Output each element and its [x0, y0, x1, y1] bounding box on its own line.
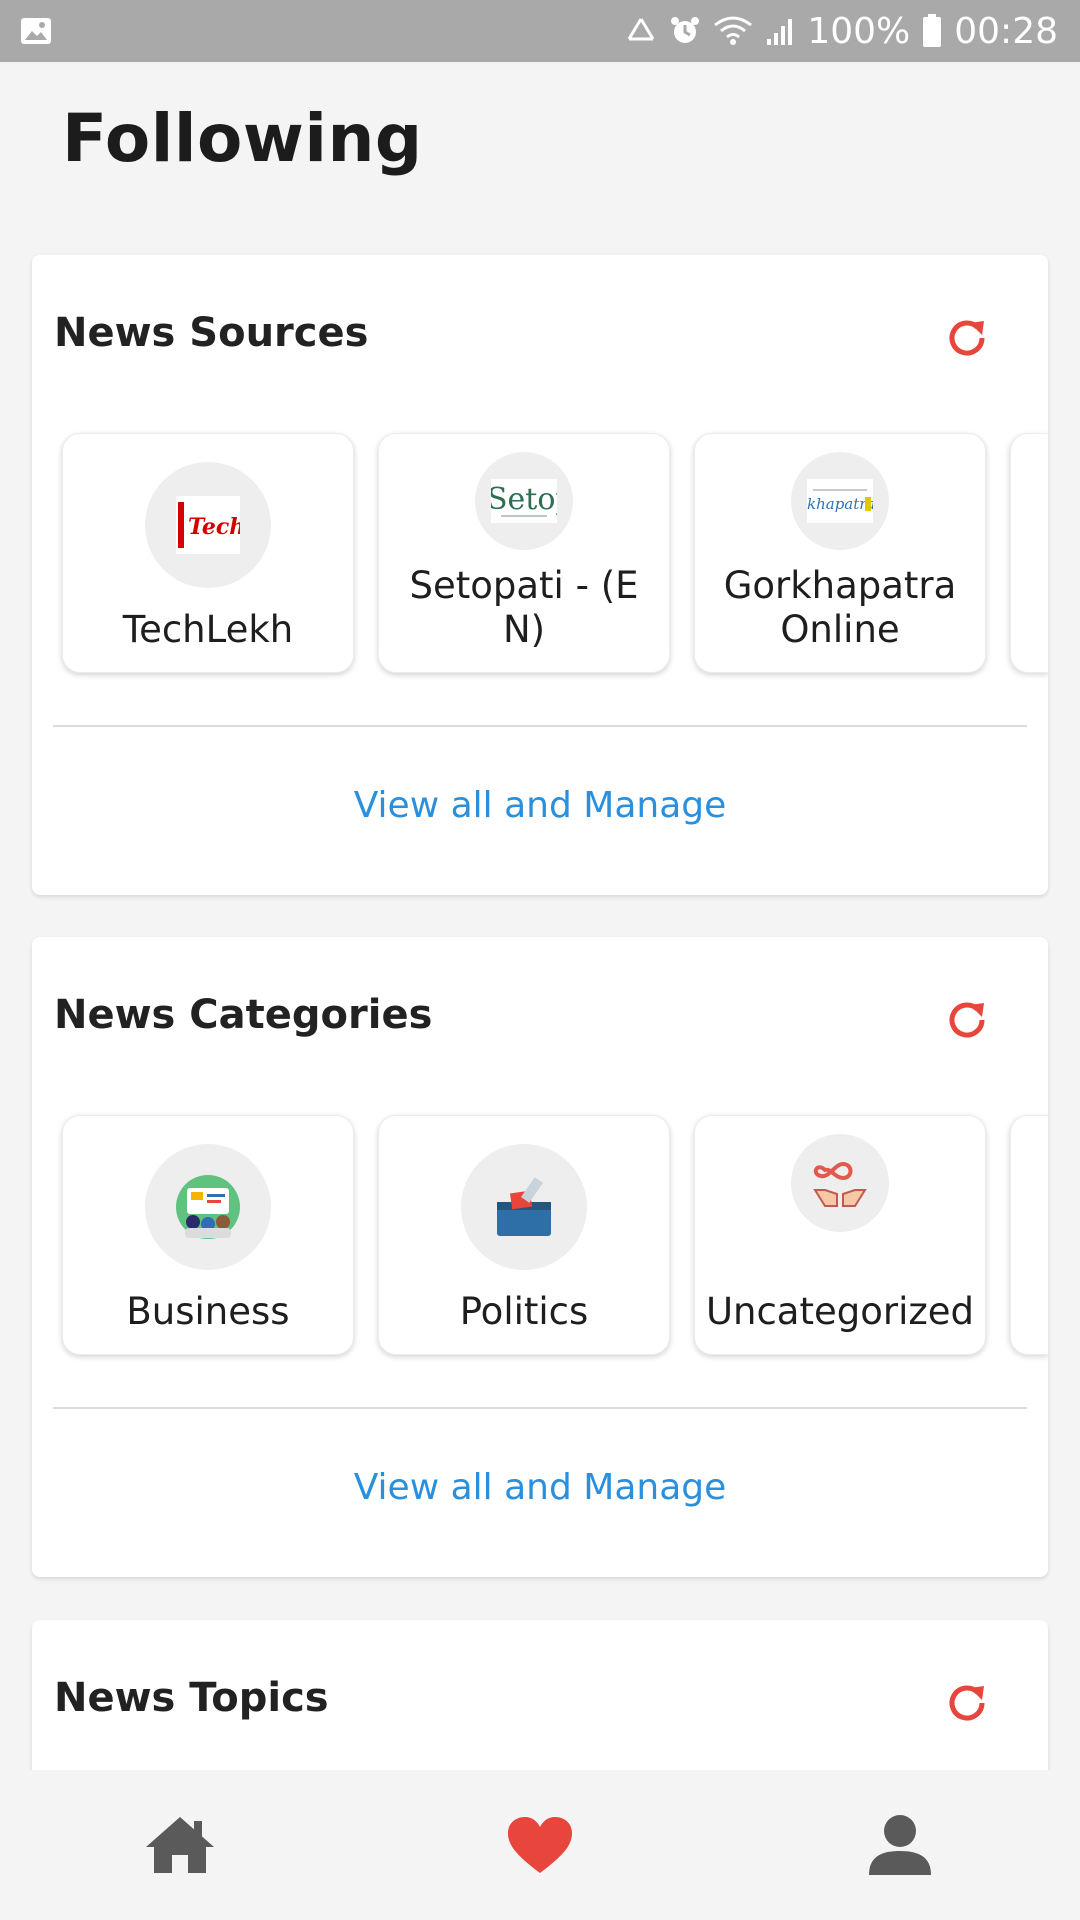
section-title: News Topics — [54, 1675, 329, 1721]
logo-text: Techl — [188, 514, 240, 540]
divider — [53, 725, 1027, 727]
wifi-icon — [713, 15, 753, 47]
tile-label: Business — [126, 1290, 290, 1333]
battery-icon — [922, 14, 942, 48]
person-icon — [869, 1815, 931, 1875]
category-tile-uncategorized[interactable]: Uncategorized — [694, 1115, 986, 1355]
sources-carousel[interactable]: Techl TechLekh Setop Setopati - (EN) kha… — [62, 433, 1048, 673]
tile-label: TechLekh — [122, 608, 294, 651]
view-all-categories-link[interactable]: View all and Manage — [32, 1467, 1048, 1508]
refresh-topics-button[interactable] — [942, 1678, 992, 1728]
bottom-nav — [0, 1770, 1080, 1920]
signal-icon — [765, 15, 795, 47]
source-tile-gorkhapatra[interactable]: khapatra Gorkhapatra Online — [694, 433, 986, 673]
logo-text: Setop — [491, 482, 557, 517]
refresh-icon — [949, 320, 985, 356]
clock: 00:28 — [954, 10, 1058, 52]
tile-label: Politics — [459, 1290, 589, 1333]
nav-following-button[interactable] — [495, 1800, 585, 1890]
section-title: News Categories — [54, 992, 433, 1038]
news-sources-card: News Sources Techl TechLekh Setop Setopa… — [32, 255, 1048, 895]
recycle-icon — [625, 15, 657, 47]
tile-label: Gorkhapatra Online — [723, 564, 957, 651]
news-categories-card: News Categories Business Politics Uncate… — [32, 937, 1048, 1577]
source-logo: khapatra — [791, 452, 889, 550]
tile-label: Setopati - (EN) — [409, 564, 639, 651]
refresh-icon — [949, 1685, 985, 1721]
logo-text: khapatra — [807, 495, 873, 513]
status-bar: 100% 00:28 — [0, 0, 1080, 62]
page-title: Following — [62, 100, 423, 177]
source-tile-setopati[interactable]: Setop Setopati - (EN) — [378, 433, 670, 673]
categories-carousel[interactable]: Business Politics Uncategorized — [62, 1115, 1048, 1355]
refresh-categories-button[interactable] — [942, 995, 992, 1045]
category-tile-politics[interactable]: Politics — [378, 1115, 670, 1355]
nav-profile-button[interactable] — [855, 1800, 945, 1890]
source-tile-next[interactable] — [1010, 433, 1048, 673]
source-logo: Setop — [475, 452, 573, 550]
tile-label: Uncategorized — [705, 1290, 975, 1333]
view-all-sources-link[interactable]: View all and Manage — [32, 785, 1048, 826]
refresh-sources-button[interactable] — [942, 313, 992, 363]
heart-icon — [508, 1817, 572, 1873]
nav-home-button[interactable] — [135, 1800, 225, 1890]
ballot-box-icon — [461, 1144, 587, 1270]
gallery-icon — [20, 17, 52, 45]
source-logo: Techl — [145, 462, 271, 588]
category-tile-business[interactable]: Business — [62, 1115, 354, 1355]
home-icon — [146, 1817, 214, 1873]
alarm-icon — [669, 15, 701, 47]
infinity-hands-icon — [791, 1134, 889, 1232]
battery-percent: 100% — [807, 10, 911, 52]
refresh-icon — [949, 1002, 985, 1038]
section-title: News Sources — [54, 310, 369, 356]
source-tile-techlekh[interactable]: Techl TechLekh — [62, 433, 354, 673]
business-icon — [145, 1144, 271, 1270]
category-tile-next[interactable] — [1010, 1115, 1048, 1355]
divider — [53, 1407, 1027, 1409]
